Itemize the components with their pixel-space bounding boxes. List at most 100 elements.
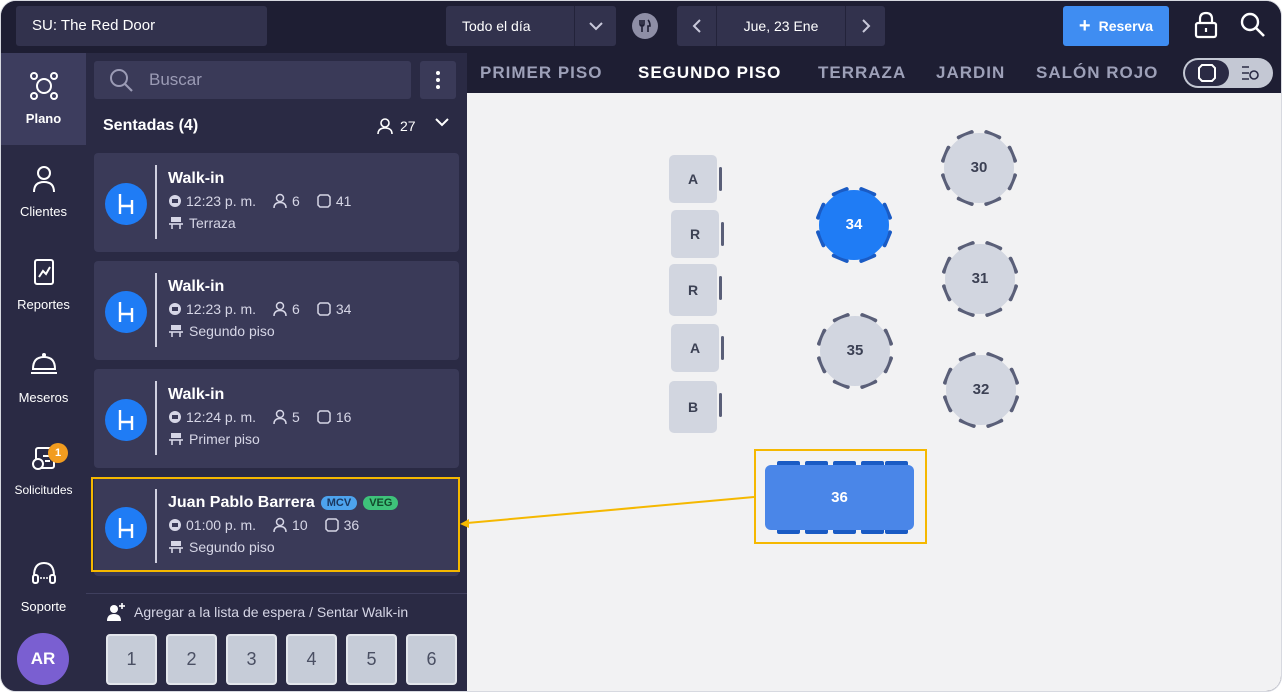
new-reservation-label: Reserva xyxy=(1098,18,1154,34)
nav-item-plano[interactable]: Plano xyxy=(1,53,86,145)
guest-name: Walk-in xyxy=(168,278,225,295)
table-32[interactable]: 32 xyxy=(941,350,1021,430)
nav-label: Soporte xyxy=(20,599,67,614)
person-icon xyxy=(377,118,393,135)
chevron-down-icon[interactable] xyxy=(434,115,450,134)
zone-icon xyxy=(169,217,183,229)
party-size-button[interactable]: 6 xyxy=(406,634,457,685)
requests-icon xyxy=(1,441,86,475)
party-size-button[interactable]: 5 xyxy=(346,634,397,685)
nav-label: Clientes xyxy=(20,204,67,219)
reservation-meta: 12:24 p. m. 5 16 xyxy=(168,409,351,425)
nav-label: Solicitudes xyxy=(14,483,73,497)
section-header[interactable]: Sentadas (4) 27 xyxy=(86,105,467,145)
party-size-button[interactable]: 2 xyxy=(166,634,217,685)
meal-filter-icon[interactable] xyxy=(632,13,658,39)
shift-dropdown[interactable]: Todo el día xyxy=(446,6,616,46)
date-navigator: Jue, 23 Ene xyxy=(677,6,885,46)
party-size: 6 xyxy=(292,193,300,209)
nav-item-soporte[interactable]: Soporte xyxy=(1,549,86,641)
reservation-card[interactable]: Walk-in 12:24 p. m. 5 16 Primer piso xyxy=(94,369,459,468)
party-size-button[interactable]: 3 xyxy=(226,634,277,685)
table-a[interactable]: A xyxy=(669,155,722,203)
zone-name: Primer piso xyxy=(189,431,260,447)
nav-label: Reportes xyxy=(17,297,70,312)
walk-in-title[interactable]: Agregar a la lista de espera / Sentar Wa… xyxy=(106,602,408,622)
tab-primer-piso[interactable]: PRIMER PISO xyxy=(480,63,602,83)
search-icon xyxy=(108,67,134,98)
floor-plan-icon xyxy=(1,69,86,103)
reservation-card[interactable]: Walk-in 12:23 p. m. 6 41 Terraza xyxy=(94,153,459,252)
view-toggle xyxy=(1183,58,1273,88)
party-size: 6 xyxy=(292,301,300,317)
report-icon xyxy=(1,255,86,289)
party-size-button[interactable]: 4 xyxy=(286,634,337,685)
plus-icon: + xyxy=(1078,15,1091,37)
card-divider xyxy=(155,381,157,455)
table-a[interactable]: A xyxy=(671,324,724,372)
tab-salon-rojo[interactable]: SALÓN ROJO xyxy=(1036,63,1158,83)
person-icon xyxy=(273,409,287,425)
guest-name: Walk-in xyxy=(168,170,225,187)
person-icon xyxy=(273,301,287,317)
new-reservation-button[interactable]: + Reserva xyxy=(1063,6,1169,46)
zone-row: Terraza xyxy=(168,215,236,231)
table-31[interactable]: 31 xyxy=(940,239,1020,319)
nav-item-reportes[interactable]: Reportes xyxy=(1,239,86,331)
add-person-icon xyxy=(107,603,125,621)
tab-segundo-piso[interactable]: SEGUNDO PISO xyxy=(638,63,781,83)
party-size-button[interactable]: 1 xyxy=(106,634,157,685)
selected-table-highlight xyxy=(754,449,927,544)
chevron-right-icon[interactable] xyxy=(845,6,885,46)
table-number: 31 xyxy=(971,270,989,287)
guest-count-value: 27 xyxy=(400,118,416,134)
table-35[interactable]: 35 xyxy=(815,311,895,391)
list-view-icon[interactable] xyxy=(1229,60,1271,86)
table-r[interactable]: R xyxy=(671,210,724,258)
card-divider xyxy=(155,273,157,347)
headset-icon xyxy=(1,557,86,591)
floor-tabs: PRIMER PISO SEGUNDO PISO TERRAZA JARDIN … xyxy=(467,53,1281,93)
person-icon xyxy=(273,193,287,209)
lock-icon[interactable] xyxy=(1193,11,1219,44)
avatar[interactable]: AR xyxy=(17,633,69,685)
section-title: Sentadas (4) xyxy=(103,117,199,134)
table-b[interactable]: B xyxy=(669,381,722,433)
seated-list-panel: Sentadas (4) 27 Walk-in 12:23 p. m. xyxy=(86,53,467,691)
table-30[interactable]: 30 xyxy=(939,128,1019,208)
nav-item-solicitudes[interactable]: Solicitudes xyxy=(1,425,86,517)
nav-item-clientes[interactable]: Clientes xyxy=(1,146,86,238)
kebab-icon xyxy=(436,71,440,89)
zone-name: Segundo piso xyxy=(189,323,275,339)
seated-time: 12:23 p. m. xyxy=(186,193,257,209)
guest-name-row: Walk-in xyxy=(168,170,224,188)
waiter-icon xyxy=(1,348,86,382)
table-34[interactable]: 34 xyxy=(814,185,894,265)
zone-row: Primer piso xyxy=(168,431,260,447)
table-number: 41 xyxy=(335,193,352,209)
more-options-button[interactable] xyxy=(420,61,456,99)
search-icon[interactable] xyxy=(1239,11,1267,44)
nav-label: Meseros xyxy=(18,390,69,405)
table-number: 16 xyxy=(335,409,352,425)
clock-icon xyxy=(169,411,181,423)
floor-view-icon[interactable] xyxy=(1185,60,1229,86)
chevron-left-icon[interactable] xyxy=(677,6,717,46)
zone-name: Terraza xyxy=(189,215,236,231)
chevron-down-icon xyxy=(574,6,616,46)
reservation-card[interactable]: Walk-in 12:23 p. m. 6 34 Segundo piso xyxy=(94,261,459,360)
nav-item-meseros[interactable]: Meseros xyxy=(1,332,86,424)
walk-in-label: Agregar a la lista de espera / Sentar Wa… xyxy=(134,604,409,620)
chair-icon xyxy=(105,183,147,225)
seated-time: 12:23 p. m. xyxy=(186,301,257,317)
current-date[interactable]: Jue, 23 Ene xyxy=(717,6,845,46)
zone-icon xyxy=(169,433,183,445)
tab-jardin[interactable]: JARDIN xyxy=(936,63,1005,83)
search-input[interactable] xyxy=(149,61,399,99)
table-r[interactable]: R xyxy=(669,264,722,316)
zone-row: Segundo piso xyxy=(168,323,275,339)
table-number: 34 xyxy=(335,301,352,317)
venue-selector[interactable]: SU: The Red Door xyxy=(16,6,267,46)
clock-icon xyxy=(169,303,181,315)
tab-terraza[interactable]: TERRAZA xyxy=(818,63,906,83)
